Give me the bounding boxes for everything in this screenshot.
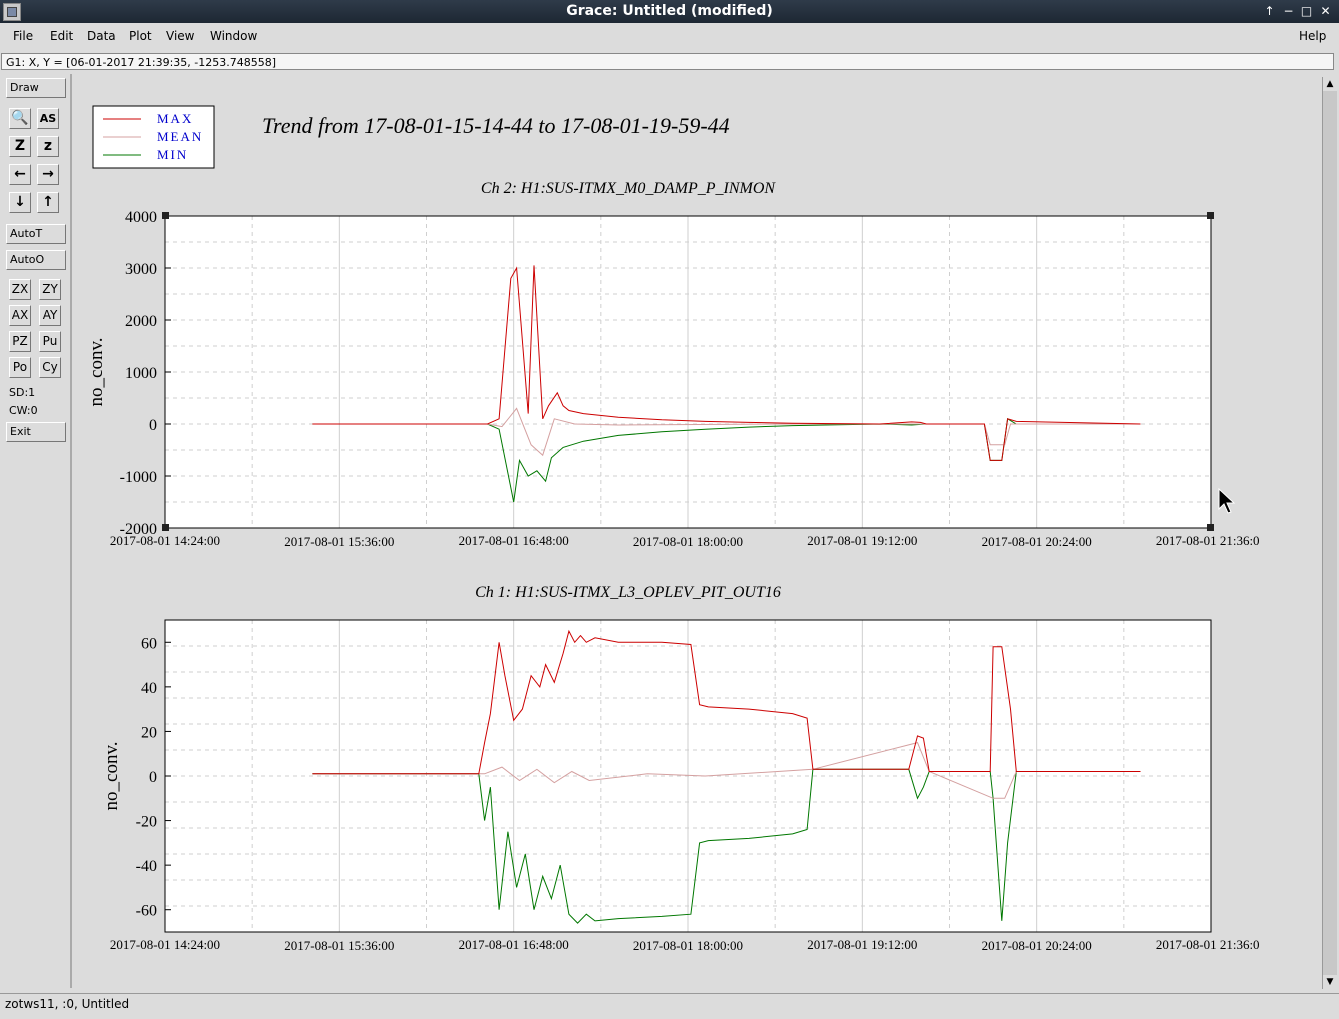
page-zoom-button[interactable]: PZ — [9, 331, 31, 352]
y-tick-label: 20 — [141, 724, 157, 741]
left-arrow-icon[interactable]: ← — [9, 164, 31, 185]
exit-button[interactable]: Exit — [6, 422, 66, 442]
legend-min-label: MIN — [157, 147, 188, 162]
chart-title: Ch 2: H1:SUS-ITMX_M0_DAMP_P_INMON — [481, 180, 777, 197]
down-arrow-icon[interactable]: ↓ — [9, 192, 31, 213]
push-button[interactable]: Pu — [39, 331, 61, 352]
menu-window[interactable]: Window — [210, 29, 257, 43]
locator-readout: G1: X, Y = [06-01-2017 21:39:35, -1253.7… — [1, 53, 1334, 70]
shade-window-button[interactable]: ↑ — [1262, 4, 1277, 18]
x-tick-label: 2017-08-01 14:24:00 — [110, 533, 220, 548]
right-arrow-icon[interactable]: → — [37, 164, 59, 185]
tool-panel: Draw 🔍 AS Z z ← → ↓ ↑ AutoT AutoO ZX ZY … — [0, 74, 72, 988]
legend: MAX MEAN MIN — [92, 105, 215, 169]
scroll-up-icon[interactable]: ▲ — [1323, 77, 1337, 91]
autoticks-button[interactable]: AutoO — [6, 250, 66, 270]
x-tick-label: 2017-08-01 14:24:00 — [110, 937, 220, 952]
draw-button[interactable]: Draw — [6, 78, 66, 98]
zoom-x-button[interactable]: ZX — [9, 279, 31, 300]
x-tick-label: 2017-08-01 18:00:00 — [633, 938, 743, 953]
plot-canvas[interactable]: MAX MEAN MIN Trend from 17-08-01-15-14-4… — [74, 77, 1266, 987]
chart-ch1: -60 -40 -20 0 20 40 60 2017-08-01 14:24:00 2017-… — [101, 584, 1266, 953]
y-tick-label: -60 — [136, 903, 157, 920]
zoom-small-z-icon[interactable]: z — [37, 136, 59, 157]
cycle-button[interactable]: Cy — [39, 357, 61, 378]
y-tick-label: 0 — [149, 417, 157, 434]
chart-ch2: -2000-1000010002000300040002017-08-01 14… — [86, 180, 1266, 549]
chart-title: Ch 1: H1:SUS-ITMX_L3_OPLEV_PIT_OUT16 — [475, 584, 781, 601]
x-tick-label: 2017-08-01 15:36:00 — [284, 938, 394, 953]
y-tick-label: 0 — [149, 769, 157, 786]
x-tick-label: 2017-08-01 19:12:00 — [807, 533, 917, 548]
menu-help[interactable]: Help — [1299, 29, 1326, 43]
menu-bar: File Edit Data Plot View Window Help — [0, 25, 1339, 49]
legend-mean-label: MEAN — [157, 129, 203, 144]
pop-button[interactable]: Po — [9, 357, 31, 378]
status-bar: zotws11, :0, Untitled — [0, 993, 1339, 1015]
y-tick-label: 40 — [141, 680, 157, 697]
x-tick-label: 2017-08-01 15:36:00 — [284, 534, 394, 549]
scroll-down-icon[interactable]: ▼ — [1323, 975, 1337, 989]
zoom-z-icon[interactable]: Z — [9, 136, 31, 157]
title-bar: Grace: Untitled (modified) ↑ − □ ✕ — [0, 0, 1339, 23]
menu-file[interactable]: File — [13, 29, 33, 43]
x-tick-label: 2017-08-01 16:48:00 — [459, 533, 569, 548]
zoom-y-button[interactable]: ZY — [39, 279, 61, 300]
menu-view[interactable]: View — [166, 29, 194, 43]
menu-plot[interactable]: Plot — [129, 29, 152, 43]
text-label-icon[interactable]: AS — [37, 108, 59, 129]
y-tick-label: 4000 — [125, 209, 157, 226]
y-tick-label: -20 — [136, 814, 157, 831]
x-tick-label: 2017-08-01 16:48:00 — [459, 937, 569, 952]
x-tick-label: 2017-08-01 18:00:00 — [633, 534, 743, 549]
y-tick-label: -1000 — [120, 469, 157, 486]
vertical-scrollbar[interactable]: ▲ ▼ — [1322, 77, 1337, 989]
x-tick-label: 2017-08-01 20:24:00 — [982, 534, 1092, 549]
menu-data[interactable]: Data — [87, 29, 116, 43]
y-tick-label: -40 — [136, 858, 157, 875]
x-tick-label: 2017-08-01 20:24:00 — [982, 938, 1092, 953]
stack-depth-label: SD:1 — [9, 386, 36, 399]
y-axis-label: no_conv. — [86, 338, 107, 407]
plot-svg: MAX MEAN MIN Trend from 17-08-01-15-14-4… — [86, 105, 1266, 953]
autoscale-y-button[interactable]: AY — [39, 305, 61, 326]
minimize-window-button[interactable]: − — [1281, 4, 1296, 18]
up-arrow-icon[interactable]: ↑ — [37, 192, 59, 213]
autoscale-x-button[interactable]: AX — [9, 305, 31, 326]
x-tick-label: 2017-08-01 19:12:00 — [807, 937, 917, 952]
close-window-button[interactable]: ✕ — [1318, 4, 1333, 18]
magnifier-icon[interactable]: 🔍 — [9, 108, 31, 129]
y-axis-label: no_conv. — [101, 742, 122, 811]
menu-edit[interactable]: Edit — [50, 29, 73, 43]
page-title: Trend from 17-08-01-15-14-44 to 17-08-01… — [262, 113, 730, 138]
mouse-pointer-icon — [1218, 487, 1236, 514]
y-tick-label: 3000 — [125, 261, 157, 278]
y-tick-label: 2000 — [125, 313, 157, 330]
maximize-window-button[interactable]: □ — [1299, 4, 1314, 18]
y-tick-label: 60 — [141, 635, 157, 652]
autoscale-button[interactable]: AutoT — [6, 224, 66, 244]
window-title: Grace: Untitled (modified) — [566, 3, 773, 19]
y-tick-label: 1000 — [125, 365, 157, 382]
x-tick-label: 2017-08-01 21:36:00 — [1156, 937, 1260, 952]
current-world-label: CW:0 — [9, 404, 38, 417]
legend-max-label: MAX — [157, 111, 193, 126]
x-tick-label: 2017-08-01 21:36:00 — [1156, 533, 1260, 548]
